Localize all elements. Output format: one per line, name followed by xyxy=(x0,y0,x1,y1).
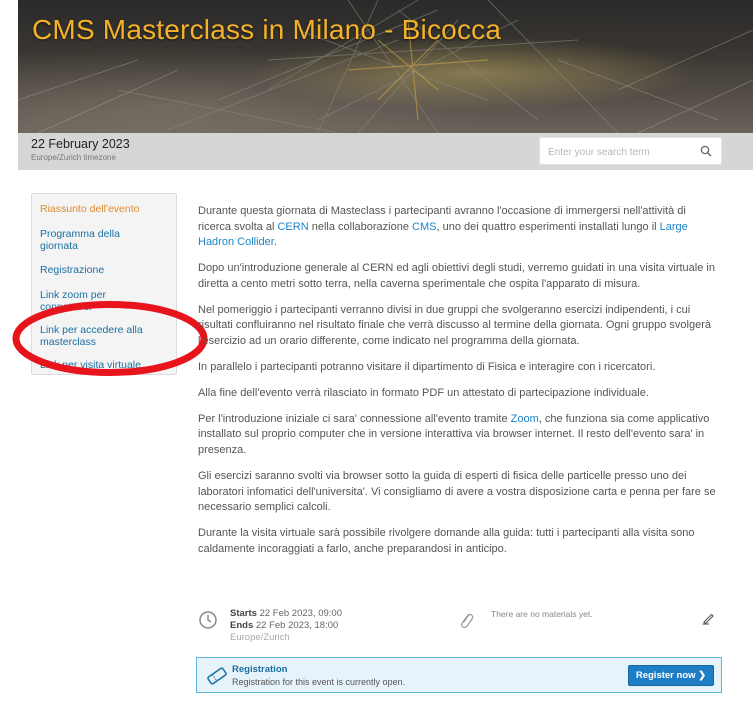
event-date: 22 February 2023 xyxy=(31,137,130,151)
event-timezone: Europe/Zurich timezone xyxy=(31,153,116,162)
ticket-icon xyxy=(207,667,227,685)
registration-box: Registration Registration for this event… xyxy=(196,657,722,693)
start-value: 22 Feb 2023, 09:00 xyxy=(259,608,342,619)
details-timezone: Europe/Zurich xyxy=(230,632,290,643)
event-dates: Starts 22 Feb 2023, 09:00 Ends 22 Feb 20… xyxy=(230,608,342,644)
chevron-right-icon: ❯ xyxy=(698,670,707,681)
end-value: 22 Feb 2023, 18:00 xyxy=(255,620,339,631)
clock-icon xyxy=(199,611,217,629)
menu-item-registration[interactable]: Registrazione xyxy=(32,264,112,276)
event-description: Durante questa giornata di Masteclass i … xyxy=(198,204,721,568)
text-span: nella collaborazione xyxy=(308,220,413,233)
event-date-bar: 22 February 2023 Europe/Zurich timezone xyxy=(18,133,753,170)
register-now-button[interactable]: Register now ❯ xyxy=(628,665,714,686)
registration-status: Registration for this event is currently… xyxy=(232,677,406,687)
zoom-link[interactable]: Zoom xyxy=(511,413,539,425)
materials-status: There are no materials yet. xyxy=(491,609,593,619)
event-title: CMS Masterclass in Milano - Bicocca xyxy=(32,14,502,45)
menu-item-virtual-visit-link[interactable]: Link per visita virtuale xyxy=(32,359,149,371)
description-paragraph: In parallelo i partecipanti potranno vis… xyxy=(198,360,656,373)
cern-link[interactable]: CERN xyxy=(277,221,308,233)
menu-item-program[interactable]: Programma della giornata xyxy=(32,228,162,252)
text-span: , uno dei quattro esperimenti installati… xyxy=(436,220,660,233)
event-menu: Riassunto dell'evento Programma della gi… xyxy=(31,193,177,375)
description-paragraph: Durante questa giornata di Masteclass i … xyxy=(198,204,721,251)
search-input[interactable] xyxy=(548,144,698,160)
start-time: Starts 22 Feb 2023, 09:00 xyxy=(230,608,342,620)
end-label: Ends xyxy=(230,620,254,631)
event-details: Starts 22 Feb 2023, 09:00 Ends 22 Feb 20… xyxy=(198,608,721,654)
menu-item-masterclass-link[interactable]: Link per accedere alla masterclass xyxy=(32,324,167,348)
cms-link[interactable]: CMS xyxy=(412,221,436,233)
registration-title: Registration xyxy=(232,664,288,675)
text-span: Per l'introduzione iniziale ci sara' con… xyxy=(198,412,511,425)
description-paragraph: Dopo un'introduzione generale al CERN ed… xyxy=(198,262,715,290)
menu-item-zoom-link[interactable]: Link zoom per connettersi xyxy=(32,289,162,313)
end-time: Ends 22 Feb 2023, 18:00 xyxy=(230,620,342,632)
start-label: Starts xyxy=(230,608,257,619)
search-box xyxy=(539,137,722,165)
description-paragraph: Durante la visita virtuale sarà possibil… xyxy=(198,527,695,555)
edit-pen-icon[interactable] xyxy=(701,611,715,625)
paperclip-icon xyxy=(461,613,474,629)
description-paragraph: Nel pomeriggio i partecipanti verranno d… xyxy=(198,303,711,347)
event-banner: CMS Masterclass in Milano - Bicocca xyxy=(18,0,753,133)
description-paragraph: Alla fine dell'evento verrà rilasciato i… xyxy=(198,386,649,399)
description-paragraph: Per l'introduzione iniziale ci sara' con… xyxy=(198,412,721,459)
register-button-label: Register now xyxy=(635,670,696,681)
description-paragraph: Gli esercizi saranno svolti via browser … xyxy=(198,470,716,514)
text-span: . xyxy=(273,236,277,249)
menu-item-event-summary[interactable]: Riassunto dell'evento xyxy=(32,203,147,215)
search-icon[interactable] xyxy=(700,145,712,157)
